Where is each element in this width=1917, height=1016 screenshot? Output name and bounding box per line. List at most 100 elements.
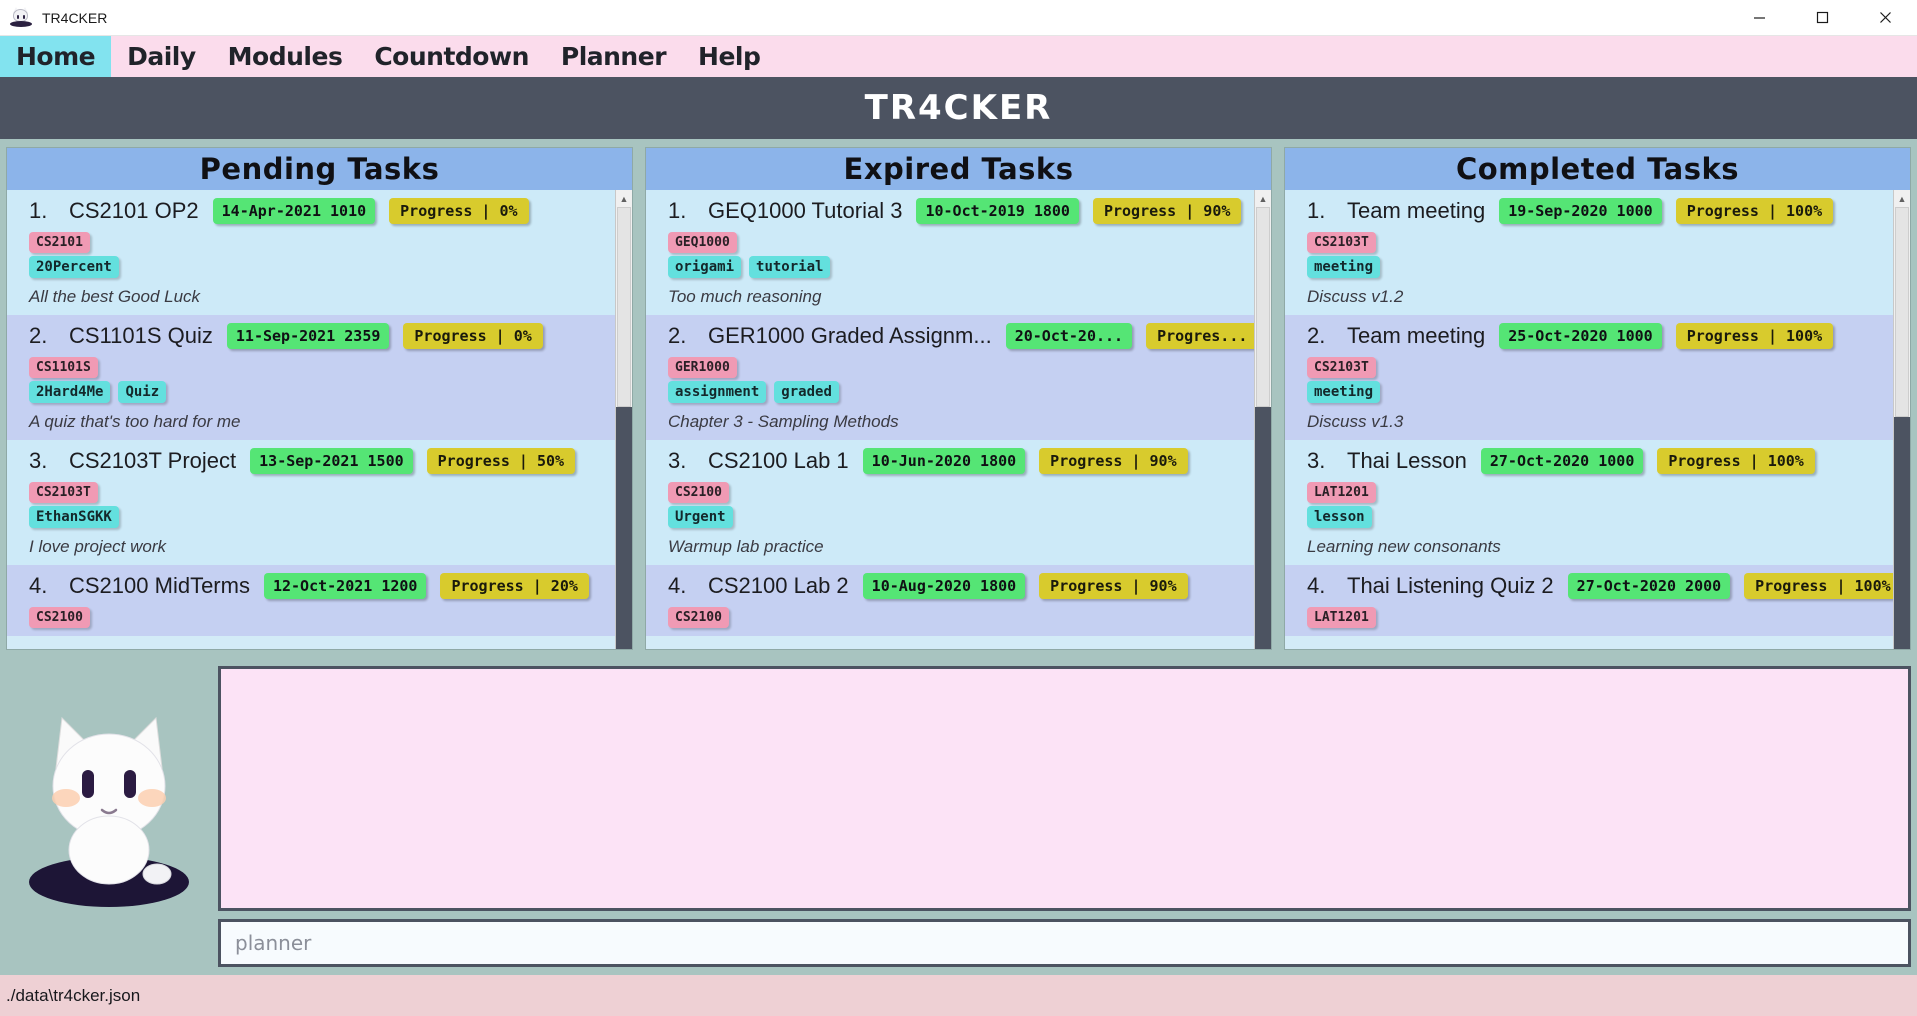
task-description: A quiz that's too hard for me (29, 412, 241, 431)
status-bar: ./data\tr4cker.json (0, 975, 1917, 1016)
minimize-icon (1754, 17, 1765, 19)
task-module-row: CS2100 (668, 482, 1244, 503)
menu-item-help[interactable]: Help (682, 36, 776, 77)
task-module-row: CS2103T (1307, 232, 1883, 253)
task-tag: graded (774, 381, 839, 403)
task-card[interactable]: 2. CS1101S Quiz 11-Sep-2021 2359 Progress |… (7, 315, 615, 440)
task-tag: 20Percent (29, 256, 119, 278)
task-card[interactable]: 1. CS2101 OP2 14-Apr-2021 1010 Progress | 0… (7, 190, 615, 315)
task-index: 3. (29, 448, 48, 473)
task-deadline-badge: 12-Oct-2021 1200 (263, 573, 427, 599)
maximize-button[interactable] (1791, 0, 1854, 36)
task-module-tag: CS2103T (29, 482, 98, 503)
maximize-icon (1816, 11, 1829, 24)
task-column-pending: Pending Tasks 1. CS2101 OP2 14-Apr-2021 101… (6, 147, 633, 650)
task-card[interactable]: 3. Thai Lesson 27-Oct-2020 1000 Progress | … (1285, 440, 1893, 565)
scrollbar-thumb[interactable] (1256, 207, 1270, 407)
task-module-row: CS2101 (29, 232, 605, 253)
scrollbar-remaining-track[interactable] (1255, 407, 1271, 649)
column-header-completed: Completed Tasks (1285, 148, 1910, 190)
task-tag: tutorial (749, 256, 831, 278)
vertical-scrollbar-completed[interactable]: ▲ (1893, 190, 1910, 649)
scroll-up-arrow-icon[interactable]: ▲ (616, 190, 632, 207)
task-card[interactable]: 2. GER1000 Graded Assignm... 20-Oct-20... P… (646, 315, 1254, 440)
task-index: 1. (1307, 198, 1326, 223)
task-tag-row: 2Hard4Me Quiz (29, 381, 605, 403)
task-module-tag: CS2101 (29, 232, 90, 253)
task-description: Discuss v1.2 (1307, 287, 1404, 306)
task-deadline-badge: 27-Oct-2020 2000 (1567, 573, 1731, 599)
task-index: 3. (668, 448, 687, 473)
task-title: CS2100 MidTerms (69, 573, 250, 598)
scrollbar-thumb[interactable] (617, 207, 631, 407)
scrollbar-track[interactable] (1255, 207, 1271, 649)
bottom-region: planner (0, 658, 1917, 975)
task-card[interactable]: 1. Team meeting 19-Sep-2020 1000 Progress |… (1285, 190, 1893, 315)
task-module-tag: CS2103T (1307, 232, 1376, 253)
task-card[interactable]: 4. Thai Listening Quiz 2 27-Oct-2020 2000 P… (1285, 565, 1893, 636)
app-banner: TR4CKER (0, 77, 1917, 139)
task-index: 1. (29, 198, 48, 223)
scrollbar-track[interactable] (1894, 207, 1910, 649)
task-column-completed: Completed Tasks 1. Team meeting 19-Sep-2020… (1284, 147, 1911, 650)
scrollbar-remaining-track[interactable] (1894, 417, 1910, 649)
task-module-tag: CS1101S (29, 357, 98, 378)
scrollbar-thumb[interactable] (1895, 207, 1909, 417)
task-title: Thai Listening Quiz 2 (1347, 573, 1554, 598)
task-card[interactable]: 4. CS2100 Lab 2 10-Aug-2020 1800 Progress |… (646, 565, 1254, 636)
window-title: TR4CKER (42, 9, 108, 26)
task-module-row: CS2103T (1307, 357, 1883, 378)
close-icon (1880, 12, 1891, 23)
task-header-row: 2. Team meeting 25-Oct-2020 1000 Progress |… (1307, 321, 1883, 351)
window-titlebar: TR4CKER (0, 0, 1917, 36)
task-card[interactable]: 3. CS2100 Lab 1 10-Jun-2020 1800 Progress |… (646, 440, 1254, 565)
task-card[interactable]: 2. Team meeting 25-Oct-2020 1000 Progress |… (1285, 315, 1893, 440)
task-deadline-badge: 27-Oct-2020 1000 (1480, 448, 1644, 474)
task-tag-row: 20Percent (29, 256, 605, 278)
task-module-tag: CS2100 (668, 482, 729, 503)
close-button[interactable] (1854, 0, 1917, 36)
task-module-row: GEQ1000 (668, 232, 1244, 253)
cat-mascot-illustration (0, 658, 218, 975)
scrollbar-track[interactable] (616, 207, 632, 649)
task-module-tag: CS2103T (1307, 357, 1376, 378)
task-module-row: LAT1201 (1307, 482, 1883, 503)
task-progress-badge: Progress | 0% (389, 198, 529, 224)
task-tag-row: Urgent (668, 506, 1244, 528)
task-card[interactable]: 4. CS2100 MidTerms 12-Oct-2021 1200 Progres… (7, 565, 615, 636)
minimize-button[interactable] (1728, 0, 1791, 36)
task-header-row: 2. GER1000 Graded Assignm... 20-Oct-20... P… (668, 321, 1254, 351)
task-index: 2. (668, 323, 687, 348)
menu-item-home[interactable]: Home (0, 36, 112, 77)
menu-item-modules[interactable]: Modules (212, 36, 359, 77)
task-list-completed: 1. Team meeting 19-Sep-2020 1000 Progress |… (1285, 190, 1893, 649)
task-index: 2. (1307, 323, 1326, 348)
menu-item-planner[interactable]: Planner (545, 36, 682, 77)
task-title: CS1101S Quiz (69, 323, 213, 348)
task-header-row: 3. CS2100 Lab 1 10-Jun-2020 1800 Progress |… (668, 446, 1244, 476)
task-module-row: CS2100 (29, 607, 605, 628)
vertical-scrollbar-pending[interactable]: ▲ (615, 190, 632, 649)
menu-item-countdown[interactable]: Countdown (358, 36, 545, 77)
task-progress-badge: Progress | 50% (426, 448, 576, 474)
scrollbar-remaining-track[interactable] (616, 407, 632, 649)
scroll-up-arrow-icon[interactable]: ▲ (1255, 190, 1271, 207)
task-tag: 2Hard4Me (29, 381, 111, 403)
column-header-label: Pending Tasks (199, 152, 440, 186)
task-card[interactable]: 1. GEQ1000 Tutorial 3 10-Oct-2019 1800 Prog… (646, 190, 1254, 315)
task-card[interactable]: 3. CS2103T Project 13-Sep-2021 1500 Progres… (7, 440, 615, 565)
task-tag: origami (668, 256, 742, 278)
task-title: CS2100 Lab 1 (708, 448, 849, 473)
scroll-up-arrow-icon[interactable]: ▲ (1894, 190, 1910, 207)
menu-item-daily[interactable]: Daily (111, 36, 212, 77)
task-tag-row: origami tutorial (668, 256, 1244, 278)
task-deadline-badge: 10-Oct-2019 1800 (916, 198, 1079, 224)
vertical-scrollbar-expired[interactable]: ▲ (1254, 190, 1271, 649)
task-header-row: 3. Thai Lesson 27-Oct-2020 1000 Progress | … (1307, 446, 1883, 476)
task-header-row: 2. CS1101S Quiz 11-Sep-2021 2359 Progress |… (29, 321, 605, 351)
task-module-row: CS2103T (29, 482, 605, 503)
column-header-pending: Pending Tasks (7, 148, 632, 190)
task-header-row: 1. GEQ1000 Tutorial 3 10-Oct-2019 1800 Prog… (668, 196, 1244, 226)
planner-command-input[interactable]: planner (218, 919, 1911, 967)
task-deadline-badge: 20-Oct-20... (1005, 323, 1133, 349)
